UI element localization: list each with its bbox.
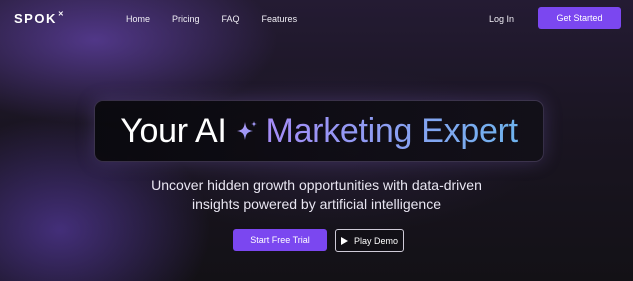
subtitle-line-1: Uncover hidden growth opportunities with…: [151, 177, 482, 193]
logo[interactable]: SPOK ✕: [14, 11, 65, 26]
nav-link-pricing[interactable]: Pricing: [172, 14, 200, 24]
sparkle-icon: [234, 118, 260, 144]
logo-mark-icon: ✕: [57, 11, 66, 18]
nav-link-features[interactable]: Features: [262, 14, 298, 24]
play-icon: [340, 236, 348, 245]
subtitle-line-2: insights powered by artificial intellige…: [191, 196, 442, 212]
play-demo-label: Play Demo: [353, 235, 398, 246]
hero-headline: Your AI Marketing Expert: [120, 111, 518, 151]
nav-link-home[interactable]: Home: [126, 14, 150, 24]
logo-text: SPOK: [14, 11, 57, 26]
get-started-button[interactable]: Get Started: [538, 7, 621, 29]
play-demo-button[interactable]: Play Demo: [335, 229, 404, 252]
hero-subtitle: Uncover hidden growth opportunities with…: [0, 176, 633, 214]
top-navbar: SPOK ✕ Home Pricing FAQ Features Log In …: [0, 0, 633, 38]
headline-part-1: Your AI: [120, 112, 227, 150]
hero-headline-box: Your AI Marketing Expert: [94, 100, 544, 162]
headline-part-2: Marketing Expert: [265, 112, 519, 150]
start-free-trial-button[interactable]: Start Free Trial: [233, 229, 327, 251]
nav-links: Home Pricing FAQ Features: [126, 14, 319, 24]
login-link[interactable]: Log In: [489, 14, 514, 24]
nav-link-faq[interactable]: FAQ: [222, 14, 240, 24]
